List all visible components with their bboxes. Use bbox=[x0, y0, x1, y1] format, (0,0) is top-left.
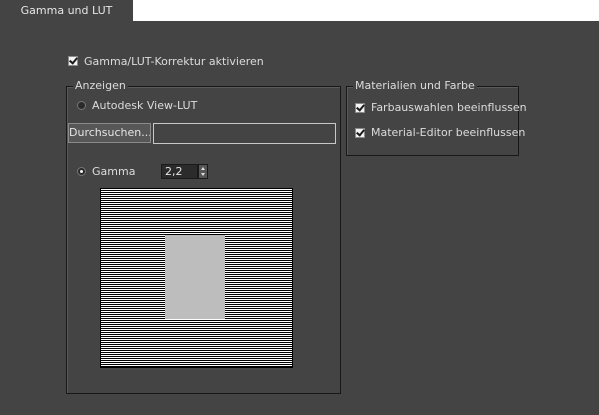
affect-color-pickers-label: Farbauswahlen beeinflussen bbox=[371, 101, 527, 114]
autodesk-view-lut-label: Autodesk View-LUT bbox=[92, 99, 198, 112]
spinner-up-icon[interactable] bbox=[201, 167, 205, 170]
autodesk-view-lut-radio[interactable] bbox=[77, 101, 86, 110]
affect-color-pickers-checkbox[interactable] bbox=[355, 103, 365, 113]
lut-path-field[interactable] bbox=[153, 123, 336, 144]
browse-button[interactable]: Durchsuchen... bbox=[68, 123, 151, 143]
enable-gamma-lut-label: Gamma/LUT-Korrektur aktivieren bbox=[84, 55, 264, 68]
gamma-test-pattern bbox=[100, 188, 293, 368]
enable-gamma-lut-checkbox[interactable] bbox=[68, 56, 78, 66]
tab-gamma-und-lut[interactable]: Gamma und LUT bbox=[0, 0, 133, 22]
materials-group: Materialien und Farbe bbox=[346, 79, 519, 156]
gamma-radio[interactable] bbox=[77, 167, 86, 176]
gamma-value-input[interactable]: 2,2 bbox=[161, 164, 198, 179]
gamma-spinner[interactable] bbox=[198, 164, 208, 179]
affect-material-editor-label: Material-Editor beeinflussen bbox=[371, 126, 526, 139]
display-group-legend: Anzeigen bbox=[73, 79, 128, 92]
materials-group-legend: Materialien und Farbe bbox=[353, 79, 477, 92]
spinner-down-icon[interactable] bbox=[201, 173, 205, 176]
gamma-reference-square bbox=[165, 235, 225, 319]
gamma-label: Gamma bbox=[92, 165, 136, 178]
affect-material-editor-checkbox[interactable] bbox=[355, 128, 365, 138]
